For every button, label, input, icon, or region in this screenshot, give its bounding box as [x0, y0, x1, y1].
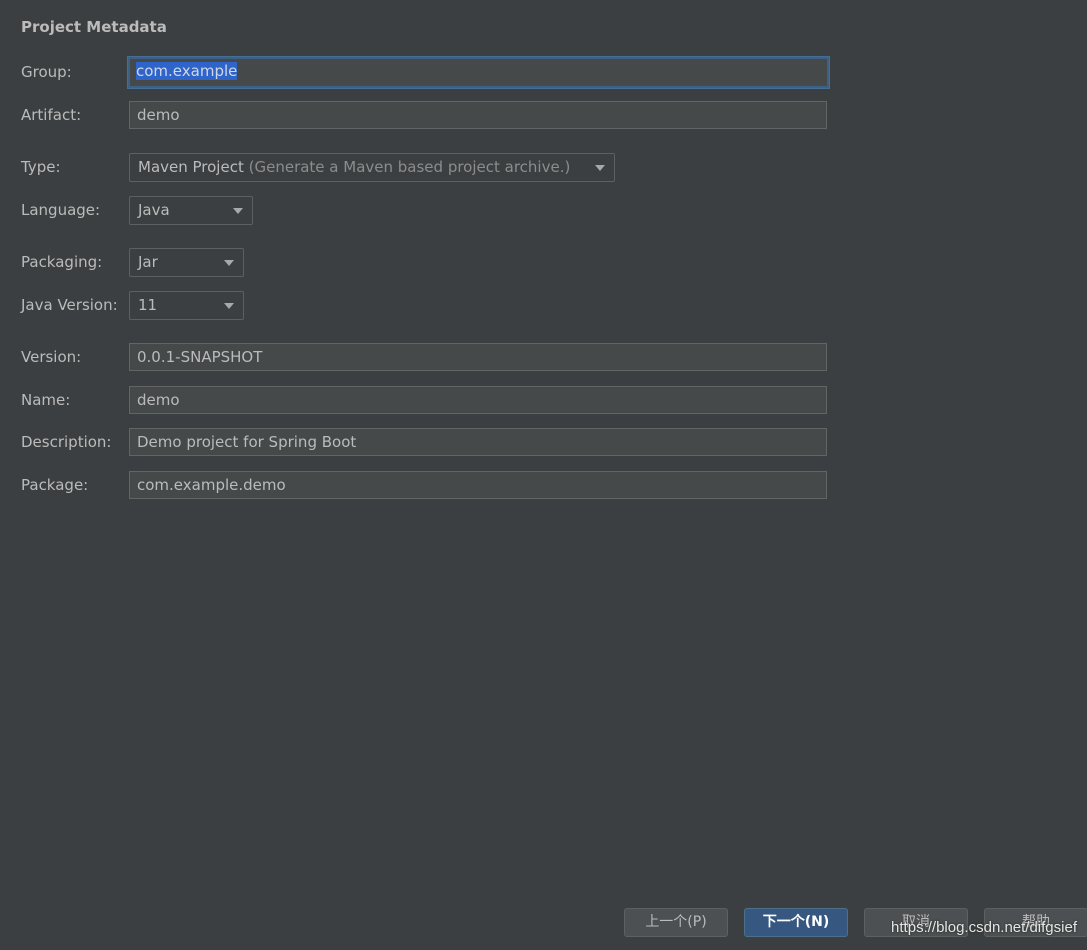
packaging-label: Packaging:: [21, 253, 103, 271]
packaging-value: Jar: [138, 253, 158, 271]
language-combo[interactable]: Java: [129, 196, 253, 225]
type-hint: (Generate a Maven based project archive.…: [248, 158, 571, 176]
group-value: com.example: [136, 62, 238, 80]
name-field[interactable]: demo: [129, 386, 827, 414]
type-value: Maven Project: [138, 158, 244, 176]
java-version-label: Java Version:: [21, 296, 118, 314]
description-field[interactable]: Demo project for Spring Boot: [129, 428, 827, 456]
type-label: Type:: [21, 158, 61, 176]
java-version-value: 11: [138, 296, 158, 314]
project-metadata-dialog: Project Metadata Group: com.example Arti…: [0, 0, 1087, 950]
next-button[interactable]: 下一个(N): [744, 908, 848, 937]
group-label: Group:: [21, 63, 72, 81]
chevron-down-icon: [224, 260, 234, 266]
artifact-field[interactable]: demo: [129, 101, 827, 129]
description-value: Demo project for Spring Boot: [137, 433, 357, 451]
section-title: Project Metadata: [21, 18, 167, 36]
version-label: Version:: [21, 348, 82, 366]
name-value: demo: [137, 391, 180, 409]
previous-button[interactable]: 上一个(P): [624, 908, 728, 937]
group-field[interactable]: com.example: [128, 57, 829, 88]
package-field[interactable]: com.example.demo: [129, 471, 827, 499]
chevron-down-icon: [595, 165, 605, 171]
java-version-combo[interactable]: 11: [129, 291, 244, 320]
package-value: com.example.demo: [137, 476, 286, 494]
type-combo[interactable]: Maven Project (Generate a Maven based pr…: [129, 153, 615, 182]
artifact-value: demo: [137, 106, 180, 124]
version-value: 0.0.1-SNAPSHOT: [137, 348, 263, 366]
artifact-label: Artifact:: [21, 106, 82, 124]
package-label: Package:: [21, 476, 89, 494]
watermark: https://blog.csdn.net/difgsief: [891, 919, 1077, 936]
chevron-down-icon: [224, 303, 234, 309]
chevron-down-icon: [233, 208, 243, 214]
language-label: Language:: [21, 201, 101, 219]
packaging-combo[interactable]: Jar: [129, 248, 244, 277]
version-field[interactable]: 0.0.1-SNAPSHOT: [129, 343, 827, 371]
name-label: Name:: [21, 391, 71, 409]
language-value: Java: [138, 201, 170, 219]
description-label: Description:: [21, 433, 112, 451]
